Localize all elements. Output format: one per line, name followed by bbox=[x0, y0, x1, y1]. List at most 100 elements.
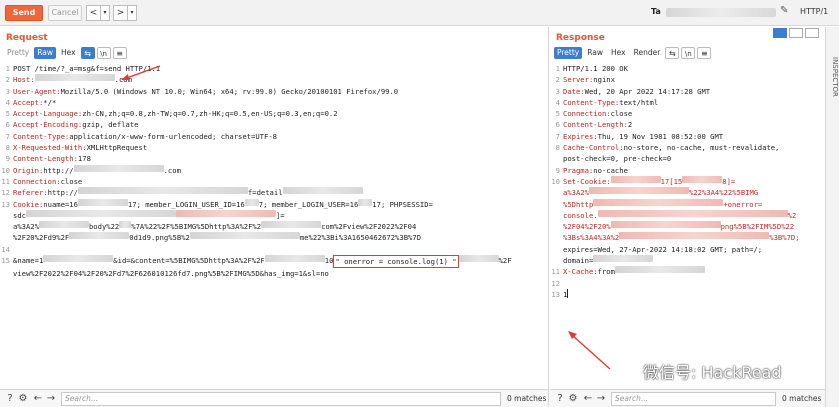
code-line: 5 Connection: close bbox=[555, 109, 633, 119]
code-line: 1 HTTP/1.1 200 OK bbox=[555, 64, 628, 73]
code-line: post-check=0, pre-check=0 bbox=[563, 154, 672, 164]
redacted-text bbox=[73, 164, 164, 172]
redacted-text bbox=[458, 255, 499, 263]
code-line: 13 1 bbox=[551, 288, 569, 299]
code-line: 11 X-Cache: from bbox=[550, 266, 825, 277]
forward-button[interactable]: > bbox=[113, 5, 128, 21]
redacted-text bbox=[38, 221, 89, 229]
redacted-text bbox=[588, 187, 689, 195]
arrow-left-icon[interactable]: ← bbox=[582, 393, 594, 405]
tab-render[interactable]: Render bbox=[631, 47, 664, 59]
redacted-text bbox=[610, 221, 721, 229]
code-line: 3 User-Agent: Mozilla/5.0 (Windows NT 10.… bbox=[5, 86, 399, 96]
code-line: 10 Set-Cookie: 17[15 8]= bbox=[551, 175, 736, 186]
code-line: 3 Date: Wed, 20 Apr 2022 14:17:28 GMT bbox=[555, 86, 711, 96]
code-line: domain= bbox=[550, 255, 825, 266]
tab-pretty[interactable]: Pretty bbox=[554, 47, 583, 59]
tab-raw[interactable]: Raw bbox=[34, 47, 57, 59]
request-match-count: 0 matches bbox=[507, 394, 547, 403]
tabs-layout-icon[interactable] bbox=[805, 28, 819, 38]
response-search-input[interactable]: Search... bbox=[611, 392, 776, 406]
code-line: %5Dhttp +onerror= bbox=[563, 198, 763, 209]
tab-hex[interactable]: Hex bbox=[58, 47, 79, 59]
tab-hex[interactable]: Hex bbox=[608, 47, 629, 59]
redacted-text bbox=[358, 198, 373, 206]
wrap-lines-icon[interactable]: ⇆ bbox=[80, 47, 95, 59]
settings-gear-icon[interactable]: ⚙ bbox=[17, 393, 29, 405]
code-line: 2 Host: .com bbox=[5, 74, 132, 85]
split-horizontal-icon[interactable] bbox=[773, 28, 787, 38]
code-line: console. %2 bbox=[563, 209, 797, 220]
arrow-right-icon[interactable]: → bbox=[595, 393, 607, 405]
cancel-button[interactable]: Cancel bbox=[48, 5, 82, 21]
request-pane: Request Pretty Raw Hex ⇆ \n ≡ 1 POST /tim… bbox=[0, 27, 549, 407]
request-title: Request bbox=[6, 33, 48, 43]
redacted-text bbox=[175, 209, 276, 217]
redacted-text bbox=[261, 221, 322, 229]
code-line: 12 Referer: http://f=detail bbox=[0, 187, 548, 198]
redacted-text bbox=[610, 175, 661, 183]
code-line: %3Bs%3A4%3A%2 %3B%7D; bbox=[563, 232, 800, 243]
help-icon[interactable]: ? bbox=[4, 393, 16, 405]
code-line: %2F20%2Fd9%2F 0d1d9.png%5B%2 me%22%3Bi%3A1… bbox=[13, 232, 422, 243]
newline-toggle-icon[interactable]: \n bbox=[96, 47, 111, 59]
code-line: 12 bbox=[551, 278, 560, 288]
wechat-icon bbox=[617, 362, 638, 379]
help-icon[interactable]: ? bbox=[554, 393, 566, 405]
send-button[interactable]: Send bbox=[5, 5, 43, 21]
back-button[interactable]: < bbox=[86, 5, 101, 21]
inspector-tab[interactable]: INSPECTOR bbox=[827, 57, 839, 97]
code-line: 6 Accept-Encoding: gzip, deflate bbox=[5, 120, 139, 130]
code-line: a%3A2% body%22 %7A%22%2F%5BIMG%5Dhttp%3A%2… bbox=[13, 221, 417, 232]
split-vertical-icon[interactable] bbox=[789, 28, 803, 38]
redacted-text bbox=[77, 187, 248, 195]
request-search-bar: ? ⚙ ← → Search... 0 matches bbox=[0, 389, 548, 407]
redacted-text bbox=[34, 74, 115, 82]
redacted-text bbox=[614, 266, 705, 274]
response-tabs: Pretty Raw Hex Render ⇆ \n ≡ bbox=[554, 47, 712, 60]
request-tabs: Pretty Raw Hex ⇆ \n ≡ bbox=[4, 47, 127, 60]
text-caret bbox=[567, 288, 569, 298]
tab-raw[interactable]: Raw bbox=[584, 47, 606, 59]
redacted-text bbox=[264, 255, 325, 263]
request-editor[interactable]: 1 POST /time/?_a=msg&f=send HTTP/1.1 2 Hos… bbox=[0, 63, 548, 389]
code-line: 5 Accept-Language: zh-CN,zh;q=0.8,zh-TW;q… bbox=[5, 109, 338, 119]
newline-toggle-icon[interactable]: \n bbox=[681, 47, 696, 59]
forward-dropdown-icon[interactable]: ▾ bbox=[128, 5, 137, 21]
code-line: 13 Cookie: nuame=16 17; member_LOGIN_USER_… bbox=[1, 198, 433, 209]
code-line: 6 Content-Length: 2 bbox=[555, 120, 633, 130]
settings-gear-icon[interactable]: ⚙ bbox=[567, 393, 579, 405]
wrap-lines-icon[interactable]: ⇆ bbox=[665, 47, 680, 59]
http-version-label[interactable]: HTTP/1 bbox=[800, 7, 828, 16]
menu-icon[interactable]: ≡ bbox=[112, 47, 127, 59]
menu-icon[interactable]: ≡ bbox=[697, 47, 712, 59]
code-line: view%2F2022%2F04%2F20%2Fd7%2F626010126fd… bbox=[13, 269, 329, 279]
code-line: 9 Content-Length: 178 bbox=[5, 154, 91, 164]
redacted-text bbox=[597, 209, 788, 217]
redacted-text bbox=[619, 232, 770, 240]
code-line: 8 Cache-Control: no-store, no-cache, must… bbox=[555, 143, 780, 153]
redacted-text bbox=[682, 175, 723, 183]
target-label: Ta bbox=[651, 7, 661, 16]
pencil-icon[interactable]: ✎ bbox=[780, 5, 794, 19]
code-line: 10 Origin: http://.com bbox=[1, 164, 181, 175]
code-line: 8 X-Requested-With: XMLHttpRequest bbox=[5, 143, 148, 153]
code-line: expires=Wed, 27-Apr-2022 14:18:02 GMT; p… bbox=[563, 244, 763, 254]
response-editor[interactable]: 1 HTTP/1.1 200 OK 2 Server: nginx 3 Date: W… bbox=[550, 63, 825, 389]
code-line: a%3A2% %22%3A4%22%5BIMG bbox=[563, 187, 759, 198]
back-dropdown-icon[interactable]: ▾ bbox=[101, 5, 110, 21]
request-search-input[interactable]: Search... bbox=[61, 392, 501, 406]
tab-pretty[interactable]: Pretty bbox=[4, 47, 32, 59]
response-pane: Response Pretty Raw Hex Render ⇆ \n ≡ 1H… bbox=[550, 27, 825, 407]
code-line: sdc]= bbox=[13, 209, 285, 220]
code-line: 7 Content-Type: application/x-www-form-ur… bbox=[5, 131, 277, 141]
top-toolbar: Send Cancel < ▾ > ▾ Ta ✎ HTTP/1 bbox=[0, 0, 839, 26]
redacted-text bbox=[119, 221, 132, 229]
arrow-left-icon[interactable]: ← bbox=[32, 393, 44, 405]
arrow-right-icon[interactable]: → bbox=[45, 393, 57, 405]
injected-payload-highlight: " onerror = console.log(1) " bbox=[333, 255, 459, 269]
response-search-bar: ? ⚙ ← → Search... 0 matches bbox=[550, 389, 825, 407]
code-line: 1 POST /time/?_a=msg&f=send HTTP/1.1 bbox=[5, 64, 161, 73]
redacted-text bbox=[593, 198, 724, 206]
watermark: 微信号: HackRead bbox=[617, 359, 782, 383]
